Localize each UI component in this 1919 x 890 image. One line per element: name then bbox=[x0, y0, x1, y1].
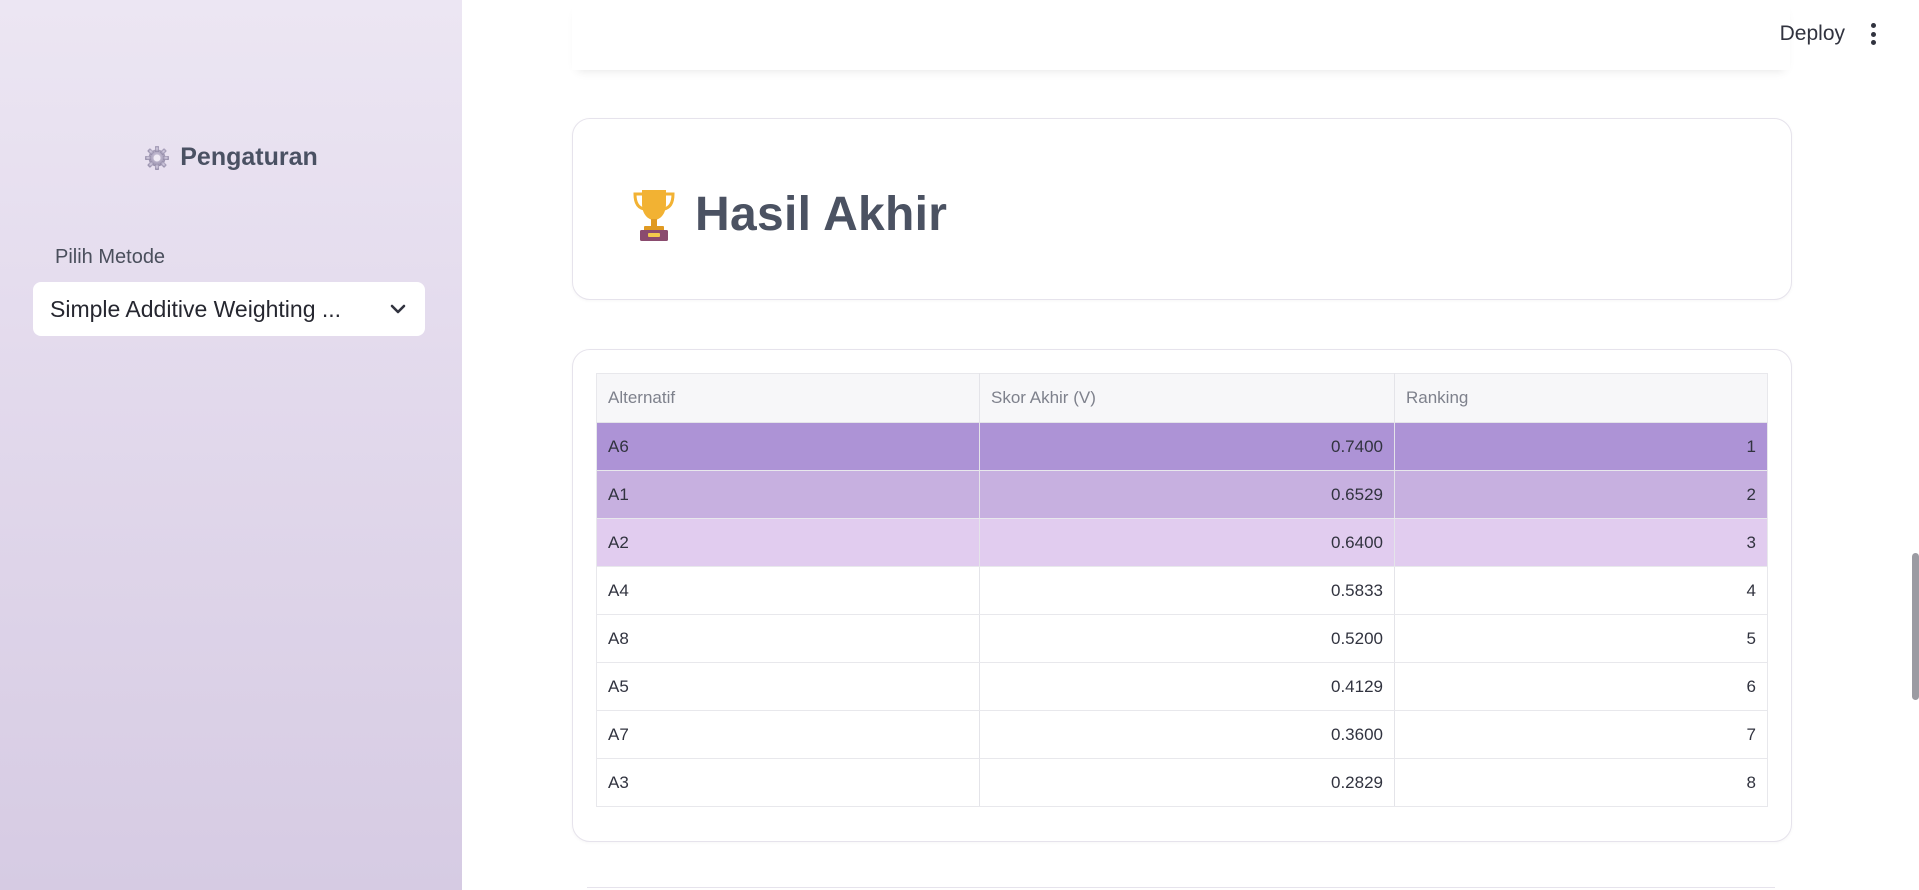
cell-ranking[interactable]: 1 bbox=[1394, 422, 1768, 471]
trophy-icon bbox=[631, 188, 677, 242]
cell-ranking[interactable]: 8 bbox=[1394, 758, 1768, 807]
toolbar: Deploy bbox=[1780, 22, 1879, 46]
scrollbar-thumb[interactable] bbox=[1912, 553, 1919, 700]
table-row: A1 0.6529 2 bbox=[596, 470, 1768, 519]
page-title: Hasil Akhir bbox=[695, 188, 948, 241]
table-row: A4 0.5833 4 bbox=[596, 566, 1768, 615]
results-table-card: Alternatif Skor Akhir (V) Ranking A6 0.74… bbox=[572, 349, 1792, 842]
table-row: A8 0.5200 5 bbox=[596, 614, 1768, 663]
title-card: Hasil Akhir bbox=[572, 118, 1792, 300]
column-header-alternatif[interactable]: Alternatif bbox=[596, 373, 980, 423]
cell-ranking[interactable]: 3 bbox=[1394, 518, 1768, 567]
cell-skor-akhir[interactable]: 0.7400 bbox=[979, 422, 1395, 471]
cell-alternatif[interactable]: A6 bbox=[596, 422, 980, 471]
method-select-value: Simple Additive Weighting ... bbox=[50, 295, 342, 322]
cell-alternatif[interactable]: A4 bbox=[596, 566, 980, 615]
cell-skor-akhir[interactable]: 0.5833 bbox=[979, 566, 1395, 615]
cell-alternatif[interactable]: A2 bbox=[596, 518, 980, 567]
results-table[interactable]: Alternatif Skor Akhir (V) Ranking A6 0.74… bbox=[596, 373, 1768, 807]
deploy-button[interactable]: Deploy bbox=[1780, 22, 1845, 46]
cell-ranking[interactable]: 5 bbox=[1394, 614, 1768, 663]
table-header-row: Alternatif Skor Akhir (V) Ranking bbox=[596, 373, 1768, 423]
cell-ranking[interactable]: 2 bbox=[1394, 470, 1768, 519]
table-row: A3 0.2829 8 bbox=[596, 758, 1768, 807]
cell-alternatif[interactable]: A3 bbox=[596, 758, 980, 807]
cell-skor-akhir[interactable]: 0.6400 bbox=[979, 518, 1395, 567]
gear-icon bbox=[144, 145, 170, 171]
title-row: Hasil Akhir bbox=[631, 187, 947, 242]
method-select-label: Pilih Metode bbox=[55, 246, 166, 268]
cell-alternatif[interactable]: A8 bbox=[596, 614, 980, 663]
cell-skor-akhir[interactable]: 0.3600 bbox=[979, 710, 1395, 759]
main-content: Deploy Hasil Akhir Alternatif Skor Akhir… bbox=[462, 0, 1919, 890]
table-row: A6 0.7400 1 bbox=[596, 422, 1768, 471]
method-select[interactable]: Simple Additive Weighting ... bbox=[33, 282, 425, 336]
sidebar: Pengaturan Pilih Metode Simple Additive … bbox=[0, 0, 463, 890]
column-header-skor-akhir[interactable]: Skor Akhir (V) bbox=[979, 373, 1395, 423]
table-row: A7 0.3600 7 bbox=[596, 710, 1768, 759]
cell-ranking[interactable]: 6 bbox=[1394, 662, 1768, 711]
kebab-menu-icon[interactable] bbox=[1867, 23, 1879, 45]
cell-alternatif[interactable]: A1 bbox=[596, 470, 980, 519]
cell-alternatif[interactable]: A7 bbox=[596, 710, 980, 759]
cell-skor-akhir[interactable]: 0.2829 bbox=[979, 758, 1395, 807]
cell-ranking[interactable]: 4 bbox=[1394, 566, 1768, 615]
cell-ranking[interactable]: 7 bbox=[1394, 710, 1768, 759]
cell-skor-akhir[interactable]: 0.5200 bbox=[979, 614, 1395, 663]
table-row: A5 0.4129 6 bbox=[596, 662, 1768, 711]
table-row: A2 0.6400 3 bbox=[596, 518, 1768, 567]
sidebar-header: Pengaturan bbox=[0, 143, 462, 172]
cell-skor-akhir[interactable]: 0.6529 bbox=[979, 470, 1395, 519]
column-header-ranking[interactable]: Ranking bbox=[1394, 373, 1768, 423]
cell-skor-akhir[interactable]: 0.4129 bbox=[979, 662, 1395, 711]
sidebar-title: Pengaturan bbox=[180, 143, 318, 171]
app-window: Pengaturan Pilih Metode Simple Additive … bbox=[0, 0, 1919, 890]
table-body: A6 0.7400 1 A1 0.6529 2 A2 0.6400 3 A4 0.5833 4 A8 0.… bbox=[596, 422, 1768, 807]
cell-alternatif[interactable]: A5 bbox=[596, 662, 980, 711]
header-shadow bbox=[572, 0, 1790, 70]
chevron-down-icon bbox=[389, 300, 407, 318]
